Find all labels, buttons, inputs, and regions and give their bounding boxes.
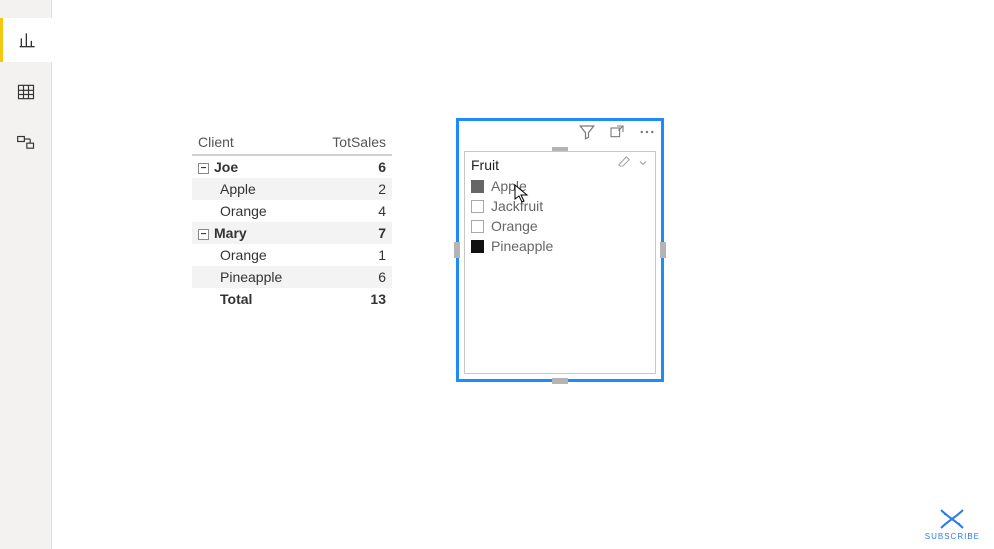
filter-icon-button[interactable] (578, 123, 596, 141)
slicer-items: Apple Jackfruit Orange Pineapple (465, 176, 655, 256)
slicer-body: Fruit Apple Jackfruit (464, 151, 656, 374)
collapse-icon[interactable]: − (198, 163, 209, 174)
slicer-item[interactable]: Orange (471, 216, 649, 236)
matrix-group-subtotal: 6 (311, 155, 392, 178)
dna-icon (937, 508, 967, 530)
matrix-detail-label: Orange (192, 244, 311, 266)
matrix-group-row[interactable]: −Mary 7 (192, 222, 392, 244)
ellipsis-icon (638, 123, 656, 141)
matrix-detail-value: 4 (311, 200, 392, 222)
slicer-item[interactable]: Jackfruit (471, 196, 649, 216)
table-icon (16, 82, 36, 102)
matrix-col-client[interactable]: Client (192, 130, 311, 155)
matrix-total-label: Total (192, 288, 311, 310)
matrix-detail-value: 6 (311, 266, 392, 288)
report-canvas[interactable]: Client TotSales −Joe 6 Apple 2 Orange 4 (52, 0, 994, 549)
matrix-detail-row[interactable]: Pineapple 6 (192, 266, 392, 288)
slicer-item-label: Apple (491, 178, 527, 194)
checkbox-icon[interactable] (471, 180, 484, 193)
funnel-icon (578, 123, 596, 141)
resize-handle-right[interactable] (660, 242, 666, 258)
slicer-item[interactable]: Pineapple (471, 236, 649, 256)
bar-chart-icon (18, 30, 38, 50)
collapse-icon[interactable]: − (198, 229, 209, 240)
matrix-detail-label: Pineapple (192, 266, 311, 288)
view-sidebar (0, 0, 52, 549)
clear-selections-button[interactable] (617, 155, 631, 174)
data-view-button[interactable] (0, 70, 52, 114)
matrix-detail-value: 1 (311, 244, 392, 266)
resize-handle-bottom[interactable] (552, 378, 568, 384)
chevron-down-icon (637, 157, 649, 169)
focus-icon (609, 124, 625, 140)
visual-header (578, 123, 656, 141)
matrix-visual[interactable]: Client TotSales −Joe 6 Apple 2 Orange 4 (192, 130, 392, 310)
matrix-detail-row[interactable]: Apple 2 (192, 178, 392, 200)
focus-mode-button[interactable] (608, 123, 626, 141)
checkbox-icon[interactable] (471, 200, 484, 213)
slicer-item-label: Jackfruit (491, 198, 543, 214)
checkbox-icon[interactable] (471, 240, 484, 253)
matrix-group-label: Joe (214, 159, 238, 175)
matrix-detail-label: Orange (192, 200, 311, 222)
resize-handle-left[interactable] (454, 242, 460, 258)
matrix-detail-label: Apple (192, 178, 311, 200)
model-icon (16, 134, 36, 154)
checkbox-icon[interactable] (471, 220, 484, 233)
report-view-button[interactable] (0, 18, 52, 62)
matrix-col-totsales[interactable]: TotSales (311, 130, 392, 155)
matrix-total-value: 13 (311, 288, 392, 310)
model-view-button[interactable] (0, 122, 52, 166)
more-options-button[interactable] (638, 123, 656, 141)
slicer-dropdown-button[interactable] (637, 156, 649, 174)
eraser-icon (617, 155, 631, 169)
matrix-detail-row[interactable]: Orange 1 (192, 244, 392, 266)
watermark-label: SUBSCRIBE (925, 532, 980, 541)
matrix-group-subtotal: 7 (311, 222, 392, 244)
slicer-title: Fruit (471, 157, 499, 173)
slicer-visual[interactable]: Fruit Apple Jackfruit (456, 118, 664, 382)
subscribe-watermark: SUBSCRIBE (925, 508, 980, 541)
matrix-group-row[interactable]: −Joe 6 (192, 155, 392, 178)
slicer-item-label: Orange (491, 218, 538, 234)
slicer-item[interactable]: Apple (471, 176, 649, 196)
matrix-detail-row[interactable]: Orange 4 (192, 200, 392, 222)
slicer-item-label: Pineapple (491, 238, 553, 254)
matrix-total-row: Total 13 (192, 288, 392, 310)
matrix-detail-value: 2 (311, 178, 392, 200)
matrix-group-label: Mary (214, 225, 247, 241)
